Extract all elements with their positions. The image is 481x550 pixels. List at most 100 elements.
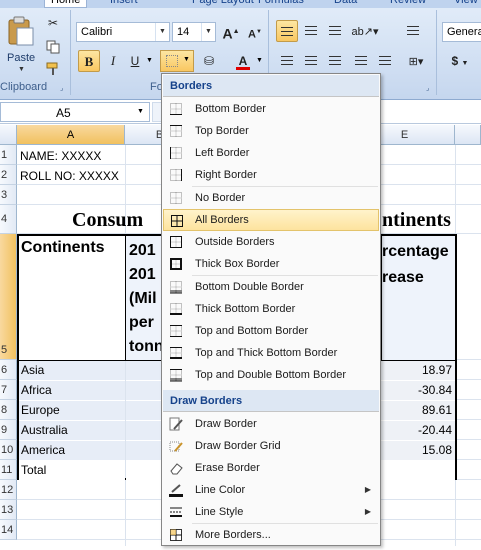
middle-align-button[interactable] (300, 20, 322, 42)
menu-item-bottom-border[interactable]: Bottom Border (163, 98, 379, 120)
chevron-down-icon[interactable]: ▼ (137, 108, 144, 115)
cell-year-value[interactable] (126, 381, 162, 400)
top-align-button[interactable] (276, 20, 298, 42)
tab-review[interactable]: Review (384, 0, 432, 8)
align-left-button[interactable] (276, 50, 298, 72)
number-format-combo[interactable]: Genera (442, 22, 481, 42)
row-header[interactable]: 5 (0, 234, 17, 360)
chevron-down-icon[interactable]: ▼ (146, 57, 153, 64)
menu-item-top-bottom-border[interactable]: Top and Bottom Border (163, 320, 379, 342)
cell-percentage[interactable] (381, 461, 455, 480)
menu-item-line-color[interactable]: Line Color ▶ (163, 479, 379, 501)
cell-a2[interactable]: ROLL NO: XXXXX (20, 169, 119, 183)
tab-insert[interactable]: Insert (104, 0, 144, 8)
increase-indent-button[interactable] (374, 50, 396, 72)
cell-year-value[interactable] (126, 361, 162, 380)
tab-formulas[interactable]: Formulas (252, 0, 310, 8)
menu-item-line-style[interactable]: Line Style ▶ (163, 501, 379, 523)
sheet-title[interactable]: Consum (72, 209, 143, 232)
cell-year-value[interactable] (126, 461, 162, 480)
row-header[interactable]: 8 (0, 400, 17, 420)
font-size-combo[interactable]: 14 ▼ (172, 22, 216, 42)
menu-item-no-border[interactable]: No Border (163, 187, 379, 209)
menu-item-right-border[interactable]: Right Border (163, 164, 379, 186)
menu-item-bottom-double-border[interactable]: Bottom Double Border (163, 276, 379, 298)
grow-font-button[interactable]: A▲ (220, 21, 242, 43)
cell-percentage[interactable]: 89.61 (381, 401, 455, 420)
header-cell-continents[interactable]: Continents (19, 236, 125, 360)
cell-continent[interactable]: Europe (19, 401, 125, 420)
cell-percentage[interactable]: 15.08 (381, 441, 455, 460)
cell-percentage[interactable]: -30.84 (381, 381, 455, 400)
font-color-button[interactable]: A (232, 50, 254, 72)
header-cell-year[interactable]: 201 201 (Mil per tonn (125, 236, 165, 360)
menu-item-all-borders[interactable]: All Borders (163, 209, 379, 231)
format-painter-button[interactable] (42, 58, 64, 80)
tab-home[interactable]: Home (44, 0, 88, 8)
merge-center-button[interactable]: ⊞▾ (402, 50, 430, 72)
cell-year-value[interactable] (126, 401, 162, 420)
name-box[interactable]: A5 ▼ (0, 102, 150, 122)
tab-view[interactable]: View (448, 0, 481, 8)
row-header[interactable]: 7 (0, 380, 17, 400)
cell-continent[interactable]: Australia (19, 421, 125, 440)
cell-continent[interactable]: Total (19, 461, 125, 480)
dialog-launcher-icon[interactable]: ⌟ (426, 84, 429, 92)
tab-data[interactable]: Data (328, 0, 363, 8)
header-cell-percentage[interactable]: rcentage rease (381, 236, 455, 360)
cell-year-value[interactable] (126, 441, 162, 460)
bold-button[interactable]: B (78, 50, 100, 72)
menu-item-top-border[interactable]: Top Border (163, 120, 379, 142)
cell-continent[interactable]: Asia (19, 361, 125, 380)
tab-page-layout[interactable]: Page Layout (186, 0, 260, 8)
menu-item-left-border[interactable]: Left Border (163, 142, 379, 164)
cell-continent[interactable]: America (19, 441, 125, 460)
italic-button[interactable]: I (102, 50, 124, 72)
menu-item-more-borders[interactable]: More Borders... (163, 524, 379, 546)
borders-button[interactable]: ▼ (160, 50, 194, 72)
font-name-combo[interactable]: Calibri ▼ (76, 22, 170, 42)
dialog-launcher-icon[interactable]: ⌟ (60, 84, 63, 92)
menu-item-pencil[interactable]: Draw Border (163, 413, 379, 435)
wrap-text-button[interactable] (402, 20, 424, 42)
cell-a1[interactable]: NAME: XXXXX (20, 149, 101, 163)
row-header[interactable]: 3 (0, 185, 17, 205)
chevron-down-icon[interactable]: ▼ (256, 57, 263, 64)
row-header[interactable]: 2 (0, 165, 17, 185)
row-header[interactable]: 10 (0, 440, 17, 460)
currency-button[interactable]: $ ▼ (444, 50, 476, 72)
row-header[interactable]: 1 (0, 145, 17, 165)
paste-button[interactable]: Paste ▼ (4, 14, 38, 73)
menu-item-top-thick-bottom-border[interactable]: Top and Thick Bottom Border (163, 342, 379, 364)
row-header[interactable]: 13 (0, 500, 17, 520)
menu-item-outside-borders[interactable]: Outside Borders (163, 231, 379, 253)
menu-item-thick-bottom-border[interactable]: Thick Bottom Border (163, 298, 379, 320)
decrease-indent-button[interactable] (350, 50, 372, 72)
align-right-button[interactable] (324, 50, 346, 72)
bottom-align-button[interactable] (324, 20, 346, 42)
row-header[interactable]: 11 (0, 460, 17, 480)
cell-percentage[interactable]: -20.44 (381, 421, 455, 440)
column-header-f[interactable] (455, 125, 481, 145)
orientation-button[interactable]: ab↗▾ (350, 20, 380, 42)
menu-item-pencil-grid[interactable]: Draw Border Grid (163, 435, 379, 457)
menu-item-top-double-bottom-border[interactable]: Top and Double Bottom Border (163, 364, 379, 386)
chevron-down-icon[interactable]: ▼ (155, 23, 169, 41)
row-header[interactable]: 6 (0, 360, 17, 380)
fill-color-button[interactable]: ⛁ (198, 50, 220, 72)
cell-continent[interactable]: Africa (19, 381, 125, 400)
underline-button[interactable]: U (124, 50, 146, 72)
shrink-font-button[interactable]: A▼ (244, 21, 266, 43)
cut-button[interactable]: ✂ (42, 12, 64, 34)
chevron-down-icon[interactable]: ▼ (201, 23, 215, 41)
menu-item-eraser[interactable]: Erase Border (163, 457, 379, 479)
row-header[interactable]: 12 (0, 480, 17, 500)
row-header[interactable]: 4 (0, 205, 17, 234)
center-button[interactable] (300, 50, 322, 72)
column-header-a[interactable]: A (17, 125, 125, 145)
cell-percentage[interactable]: 18.97 (381, 361, 455, 380)
copy-button[interactable] (42, 36, 64, 58)
cell-year-value[interactable] (126, 421, 162, 440)
select-all-corner[interactable] (0, 125, 17, 145)
menu-item-thick-box-border[interactable]: Thick Box Border (163, 253, 379, 275)
